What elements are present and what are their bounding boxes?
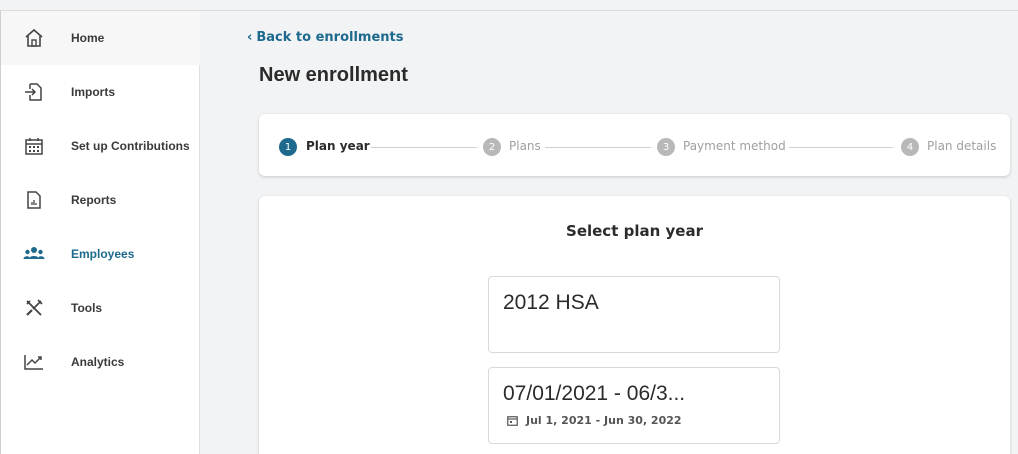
plan-year-dates: Jul 1, 2021 - Jun 30, 2022 [507, 414, 682, 427]
sidebar-item-label: Home [71, 31, 105, 45]
plan-year-date-range: Jul 1, 2021 - Jun 30, 2022 [526, 414, 682, 427]
report-icon [23, 189, 45, 211]
step-number: 3 [657, 138, 675, 156]
sidebar-item-label: Set up Contributions [71, 139, 190, 153]
step-label-plan-details: Plan details [927, 139, 997, 153]
plan-year-name: 2012 HSA [503, 291, 599, 314]
sidebar-item-reports[interactable]: Reports [1, 173, 200, 227]
import-icon [23, 81, 45, 103]
page-title: New enrollment [259, 64, 408, 86]
sidebar: Home Imports Set up Contributions Report… [0, 11, 200, 454]
calendar-grid-icon [23, 135, 45, 157]
sidebar-item-label: Reports [71, 193, 117, 207]
plan-year-card: Select plan year 2012 HSA 07/01/2021 - 0… [259, 196, 1010, 454]
sidebar-item-tools[interactable]: Tools [1, 281, 200, 335]
card-title: Select plan year [566, 222, 703, 240]
home-icon [23, 27, 45, 49]
sidebar-item-label: Imports [71, 85, 116, 99]
trend-icon [23, 351, 45, 373]
sidebar-item-label: Analytics [71, 355, 125, 369]
plan-year-name: 07/01/2021 - 06/3... [503, 382, 686, 405]
sidebar-item-analytics[interactable]: Analytics [1, 335, 200, 389]
stepper: 1 Plan year 2 Plans 3 Payment method 4 P… [259, 114, 1010, 176]
tools-icon [23, 297, 45, 319]
plan-year-option[interactable]: 2012 HSA [488, 276, 780, 353]
sidebar-item-label: Employees [71, 247, 135, 261]
sidebar-item-set-up-contributions[interactable]: Set up Contributions [1, 119, 200, 173]
sidebar-item-home[interactable]: Home [1, 11, 200, 65]
back-link[interactable]: ‹ Back to enrollments [247, 30, 404, 45]
people-icon [23, 243, 45, 265]
calendar-icon [507, 415, 518, 426]
step-connector [545, 147, 651, 148]
step-label-plan-year: Plan year [306, 139, 370, 153]
back-link-label: Back to enrollments [256, 30, 404, 45]
sidebar-item-label: Tools [71, 301, 103, 315]
step-number: 2 [483, 138, 501, 156]
main-content: ‹ Back to enrollments New enrollment 1 Pl… [201, 11, 1018, 454]
plan-year-option[interactable]: 07/01/2021 - 06/3... Jul 1, 2021 - Jun 3… [488, 367, 780, 444]
step-label-payment-method: Payment method [683, 139, 786, 153]
sidebar-item-imports[interactable]: Imports [1, 65, 200, 119]
chevron-left-icon: ‹ [247, 30, 253, 45]
step-connector [371, 147, 477, 148]
sidebar-item-employees[interactable]: Employees [1, 227, 200, 281]
step-connector [789, 147, 893, 148]
top-border [0, 0, 1018, 11]
step-number: 1 [279, 138, 297, 156]
step-number: 4 [901, 138, 919, 156]
step-label-plans: Plans [509, 139, 541, 153]
